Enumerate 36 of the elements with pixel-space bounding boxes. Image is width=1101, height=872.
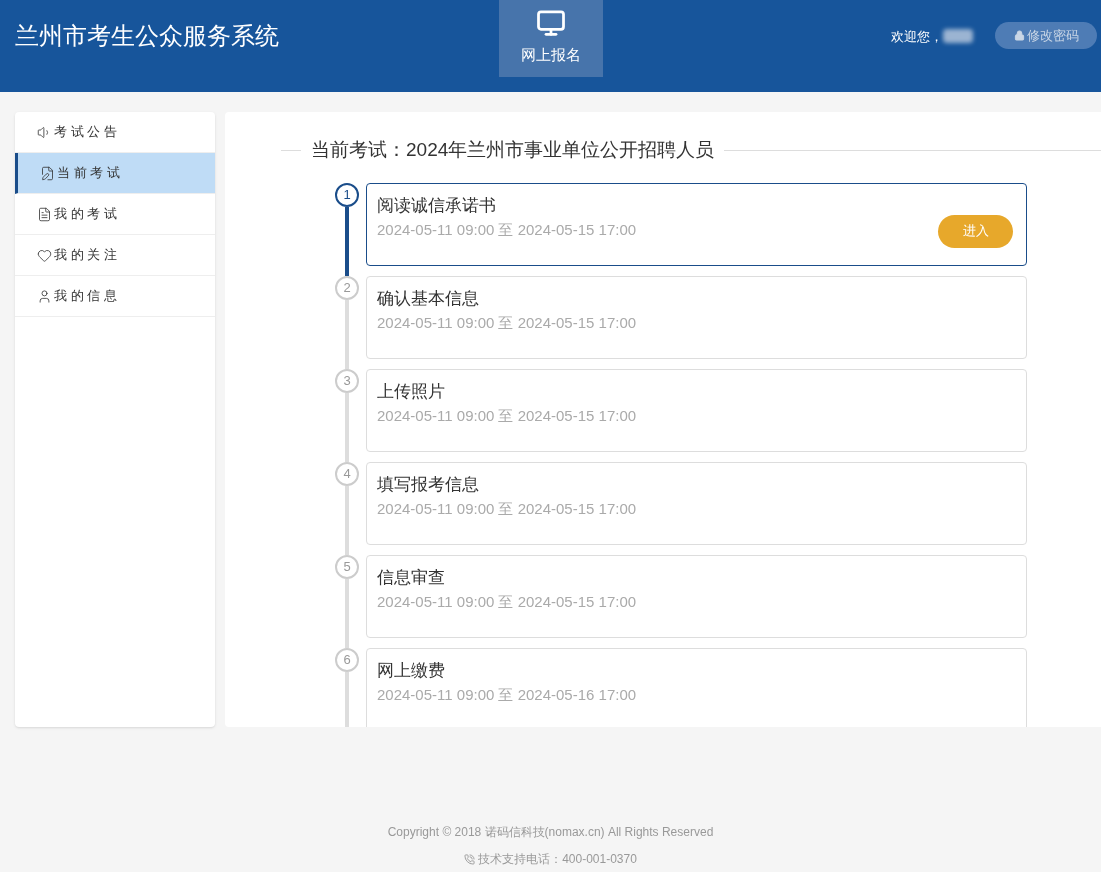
sidebar-item[interactable]: 我 的 关 注	[15, 235, 215, 276]
step-number: 2	[335, 275, 359, 300]
step-period: 2024-05-11 09:00 至 2024-05-15 17:00	[377, 499, 637, 519]
phone-icon	[464, 853, 476, 865]
lock-icon	[1013, 30, 1025, 41]
site-title: 兰州市考生公众服务系统	[15, 21, 280, 51]
heart-icon	[37, 247, 52, 263]
nav-tab[interactable]: 网上报名	[499, 0, 603, 77]
step-period: 2024-05-11 09:00 至 2024-05-15 17:00	[377, 592, 637, 612]
step-name: 信息审查	[377, 566, 446, 589]
step-name: 阅读诚信承诺书	[377, 194, 497, 217]
step-number: 1	[335, 182, 359, 207]
step-name: 上传照片	[377, 380, 446, 403]
sidebar-item[interactable]: 我 的 考 试	[15, 194, 215, 235]
step-number: 3	[335, 368, 359, 393]
step-name: 确认基本信息	[377, 287, 480, 310]
step-period: 2024-05-11 09:00 至 2024-05-15 17:00	[377, 313, 637, 333]
document-edit-icon	[40, 165, 55, 181]
support-phone: 技术支持电话：400-001-0370	[478, 851, 637, 868]
user-icon	[37, 288, 52, 304]
exam-title: 当前考试：2024年兰州市事业单位公开招聘人员	[311, 138, 715, 162]
step-name: 网上缴费	[377, 659, 446, 682]
step-number: 4	[335, 461, 359, 486]
sidebar-item[interactable]: 当 前 考 试	[15, 153, 215, 194]
redacted-name	[943, 29, 973, 43]
step-name: 填写报考信息	[377, 473, 480, 496]
step-number: 6	[335, 647, 359, 672]
welcome-text: 欢迎您，	[891, 28, 943, 46]
step-period: 2024-05-11 09:00 至 2024-05-15 17:00	[377, 220, 637, 240]
step-period: 2024-05-11 09:00 至 2024-05-15 17:00	[377, 406, 637, 426]
sidebar-item[interactable]: 我 的 信 息	[15, 276, 215, 317]
document-icon	[37, 206, 52, 222]
step-period: 2024-05-11 09:00 至 2024-05-16 17:00	[377, 685, 637, 705]
step-number: 5	[335, 554, 359, 579]
copyright-text: Copyright © 2018 诺码信科技(nomax.cn) All Rights Reserved	[387, 824, 714, 841]
monitor-icon	[536, 8, 566, 38]
